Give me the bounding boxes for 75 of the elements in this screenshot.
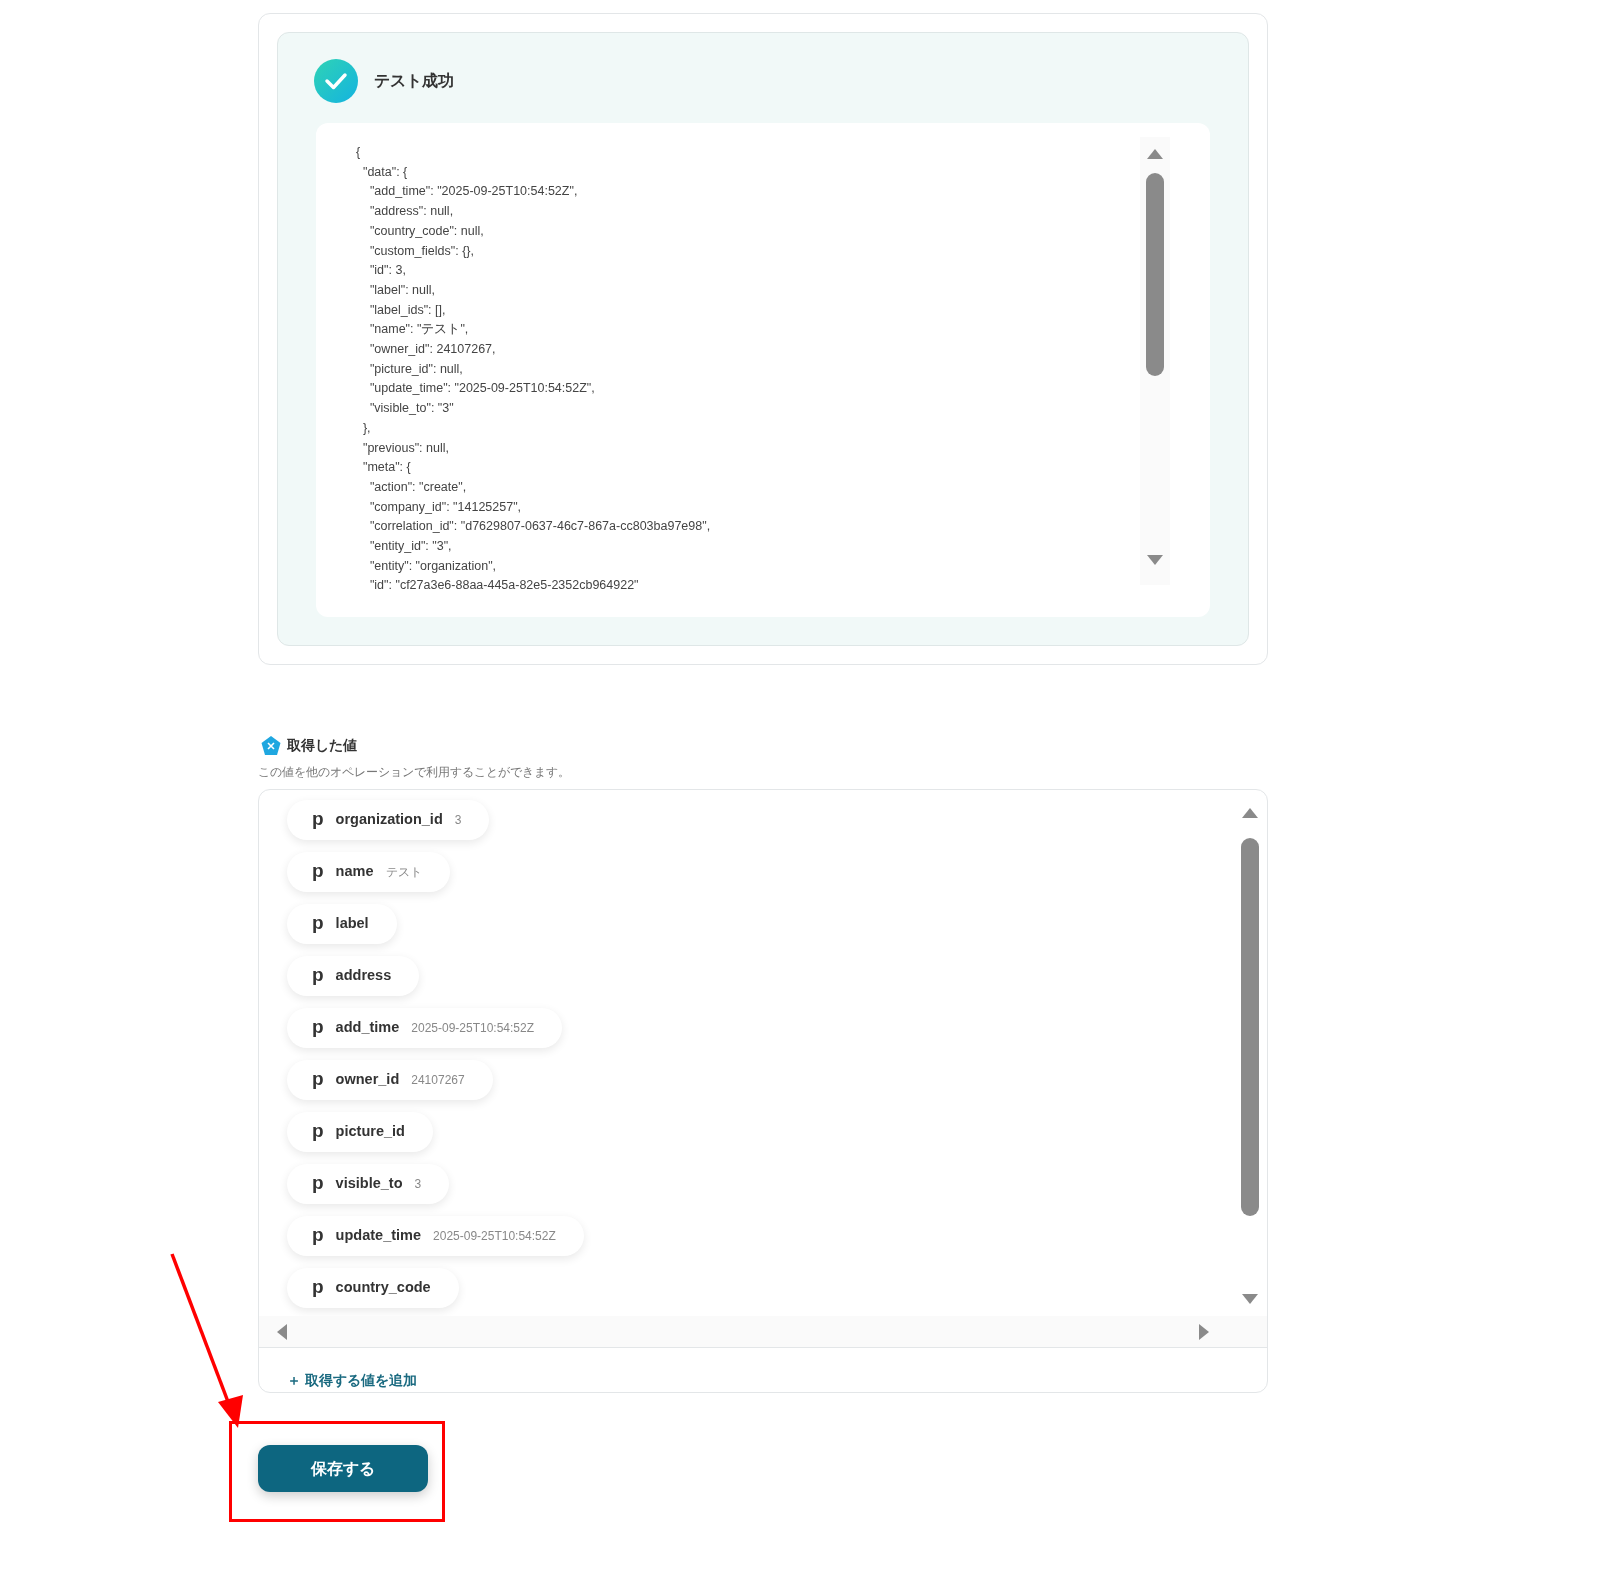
code-line: "label": null, <box>368 281 436 299</box>
scroll-up-icon[interactable] <box>1242 808 1258 819</box>
scrollbar-thumb[interactable] <box>1241 838 1259 1217</box>
horizontal-scrollbar[interactable] <box>259 1316 1267 1349</box>
scroll-right-icon[interactable] <box>1199 1323 1209 1340</box>
type-letter: p <box>312 1120 324 1140</box>
value-name: country_code <box>335 1278 431 1298</box>
code-line: "update_time": "2025-09-25T10:54:52Z", <box>368 380 595 398</box>
scroll-up-icon[interactable] <box>1147 149 1163 159</box>
value-preview: 2025-09-25T10:54:52Z <box>433 1228 556 1246</box>
type-letter: p <box>312 1224 324 1244</box>
value-chip[interactable]: p picture_id <box>287 1112 433 1153</box>
value-chip[interactable]: p add_time 2025-09-25T10:54:52Z <box>287 1008 563 1049</box>
type-letter: p <box>312 912 324 932</box>
code-line: "address": null, <box>368 203 454 221</box>
code-line: { <box>356 144 361 161</box>
value-preview: 3 <box>454 812 462 830</box>
code-line: }, <box>361 419 371 437</box>
value-name: update_time <box>335 1226 422 1246</box>
value-chip[interactable]: p owner_id 24107267 <box>287 1060 493 1101</box>
value-chip[interactable]: p organization_id 3 <box>287 800 490 841</box>
value-chip[interactable]: p visible_to 3 <box>287 1164 450 1205</box>
code-line: "data": { <box>361 163 408 181</box>
value-chip[interactable]: p address <box>287 956 420 997</box>
value-chip[interactable]: p name テスト <box>287 852 450 893</box>
code-line: "custom_fields": {}, <box>368 242 474 260</box>
type-letter: p <box>312 1172 324 1192</box>
value-name: address <box>335 966 392 986</box>
code-line: "entity_id": "3", <box>368 538 452 556</box>
code-line: "company_id": "14125257", <box>368 498 522 516</box>
value-name: organization_id <box>335 810 443 830</box>
code-line: "picture_id": null, <box>368 360 463 378</box>
type-letter: p <box>312 1276 324 1296</box>
value-name: visible_to <box>335 1174 403 1194</box>
value-name: add_time <box>335 1018 400 1038</box>
value-name: picture_id <box>335 1122 405 1142</box>
type-letter: p <box>312 808 324 828</box>
scroll-down-icon[interactable] <box>1147 555 1163 565</box>
code-line: "correlation_id": "d7629807-0637-46c7-867a-cc803ba97e98", <box>368 518 711 536</box>
code-line: "entity": "organization", <box>368 557 497 575</box>
code-line: "owner_id": 24107267, <box>368 341 496 359</box>
value-preview: テスト <box>385 864 422 882</box>
code-line: "visible_to": "3" <box>368 400 454 418</box>
scroll-down-icon[interactable] <box>1242 1294 1258 1305</box>
code-line: "add_time": "2025-09-25T10:54:52Z", <box>368 183 578 201</box>
result-title: テスト成功 <box>374 71 454 91</box>
add-value-link[interactable]: ＋ 取得する値を追加 <box>287 1372 417 1389</box>
scroll-left-icon[interactable] <box>277 1323 287 1340</box>
code-line: "action": "create", <box>368 478 467 496</box>
code-line: "id": 3, <box>368 262 406 280</box>
code-line: "previous": null, <box>361 439 449 457</box>
value-chip[interactable]: p label <box>287 904 397 945</box>
value-name: owner_id <box>335 1070 400 1090</box>
value-preview: 3 <box>414 1176 422 1194</box>
section-title: 取得した値 <box>287 736 357 755</box>
type-letter: p <box>312 860 324 880</box>
code-line: "name": "テスト", <box>368 321 469 339</box>
type-letter: p <box>312 1068 324 1088</box>
scrollbar[interactable] <box>1140 137 1170 585</box>
code-line: "id": "cf27a3e6-88aa-445a-82e5-2352cb964922" <box>368 577 639 595</box>
type-letter: p <box>312 1016 324 1036</box>
value-chip[interactable]: p country_code <box>287 1268 459 1309</box>
value-preview: 24107267 <box>411 1072 465 1090</box>
code-line: "meta": { <box>361 459 411 477</box>
scrollbar-thumb[interactable] <box>1146 173 1164 376</box>
value-name: label <box>335 914 369 934</box>
variable-icon <box>261 735 281 756</box>
value-name: name <box>335 862 374 882</box>
value-preview: 2025-09-25T10:54:52Z <box>411 1020 535 1038</box>
save-button[interactable]: 保存する <box>258 1445 428 1493</box>
type-letter: p <box>312 964 324 984</box>
section-description: この値を他のオペレーションで利用することができます。 <box>258 765 570 780</box>
code-line: "label_ids": [], <box>368 301 446 319</box>
code-line: "country_code": null, <box>368 222 484 240</box>
value-chip[interactable]: p update_time 2025-09-25T10:54:52Z <box>287 1216 584 1257</box>
